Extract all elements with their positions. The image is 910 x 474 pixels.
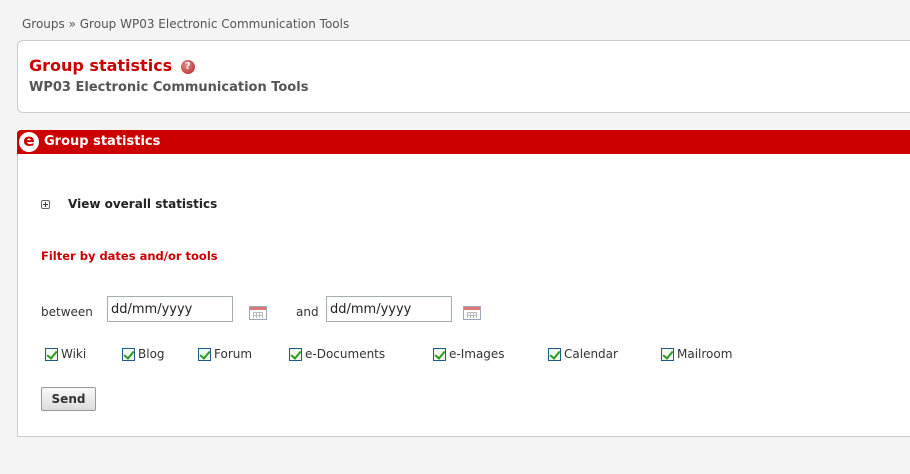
- tool-label: e-Documents: [305, 347, 386, 361]
- group-name: WP03 Electronic Communication Tools: [29, 80, 309, 95]
- view-overall-statistics-link[interactable]: View overall statistics: [68, 197, 217, 211]
- checkbox-checked-icon[interactable]: [433, 347, 446, 361]
- statistics-panel: [17, 130, 910, 437]
- tool-label: Calendar: [564, 347, 618, 361]
- panel-title: Group statistics: [44, 134, 161, 149]
- date-from-input[interactable]: [107, 296, 233, 322]
- tool-label: Mailroom: [677, 347, 733, 361]
- date-to-input[interactable]: [326, 296, 452, 322]
- calendar-to-icon[interactable]: [463, 306, 481, 320]
- checkbox-checked-icon[interactable]: [661, 347, 674, 361]
- page-title-text: Group statistics: [29, 56, 173, 75]
- tool-label: e-Images: [449, 347, 505, 361]
- tool-label: Forum: [214, 347, 253, 361]
- checkbox-checked-icon[interactable]: [198, 347, 211, 361]
- checkbox-checked-icon[interactable]: [289, 347, 302, 361]
- checkbox-checked-icon[interactable]: [122, 347, 135, 361]
- checkbox-checked-icon[interactable]: [548, 347, 561, 361]
- and-label: and: [296, 305, 319, 319]
- page-header: Group statistics ? WP03 Electronic Commu…: [17, 40, 910, 113]
- send-button[interactable]: Send: [41, 387, 96, 411]
- calendar-from-icon[interactable]: [249, 306, 267, 320]
- tool-checkbox-e-images[interactable]: e-Images: [433, 346, 505, 362]
- tool-checkbox-forum[interactable]: Forum: [198, 346, 252, 362]
- checkbox-checked-icon[interactable]: [45, 347, 58, 361]
- tool-checkbox-mailroom[interactable]: Mailroom: [661, 346, 732, 362]
- tool-checkbox-blog[interactable]: Blog: [122, 346, 165, 362]
- breadcrumb[interactable]: Groups » Group WP03 Electronic Communica…: [22, 17, 349, 31]
- tool-checkbox-wiki[interactable]: Wiki: [45, 346, 86, 362]
- help-icon[interactable]: ?: [180, 60, 195, 74]
- tool-checkbox-calendar[interactable]: Calendar: [548, 346, 618, 362]
- tool-checkbox-e-documents[interactable]: e-Documents: [289, 346, 385, 362]
- page-title: Group statistics ?: [29, 56, 195, 75]
- filter-heading: Filter by dates and/or tools: [41, 249, 218, 263]
- panel-header: e Group statistics: [17, 130, 910, 154]
- expand-plus-icon[interactable]: [41, 200, 50, 209]
- tool-label: Blog: [138, 347, 165, 361]
- between-label: between: [41, 305, 93, 319]
- e-logo-icon: e: [19, 132, 39, 152]
- tool-label: Wiki: [61, 347, 87, 361]
